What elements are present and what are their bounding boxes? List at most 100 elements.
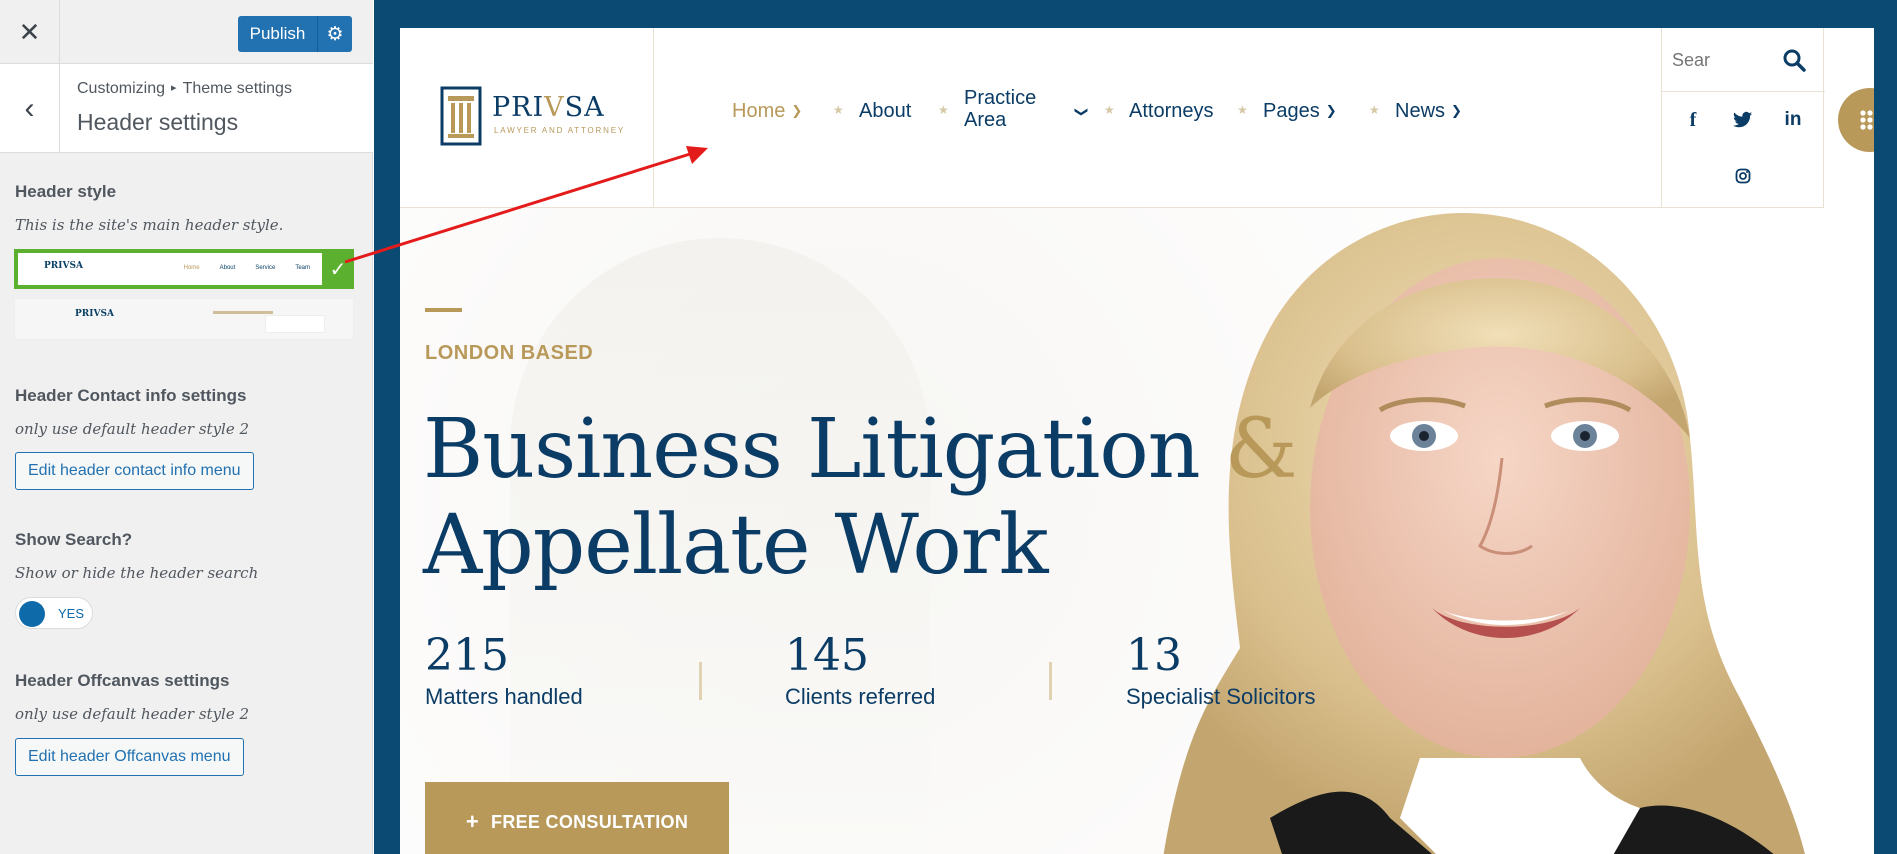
show-search-description: Show or hide the header search (15, 564, 259, 582)
mini-contact-bar (213, 311, 273, 314)
customizer-sidebar: ✕ Publish ⚙ ‹ Customizing ▸ Theme settings… (0, 0, 373, 854)
stat-label: Clients referred (785, 684, 936, 709)
stat-divider (699, 662, 702, 700)
free-consultation-button[interactable]: + FREE CONSULTATION (425, 782, 729, 854)
logo-pillar-icon (440, 86, 482, 146)
mini-logo: PRIVSA (44, 261, 83, 271)
header-style-option-1[interactable]: PRIVSA Home About Service Team ✓ (14, 249, 354, 289)
stat-label: Specialist Solicitors (1126, 684, 1316, 709)
hero-kicker: LONDON BASED (425, 342, 594, 364)
mini-social-box (265, 315, 325, 333)
search-input[interactable] (1672, 48, 1752, 72)
nav-label: Practice (964, 87, 1037, 109)
nav-label: Attorneys (1129, 100, 1214, 122)
chevron-down-icon: ❯ (1074, 106, 1090, 118)
mini-nav-item: Service (255, 265, 276, 271)
site-page: PRIVSA LAWYER AND ATTORNEY Home ❯ ★ About… (400, 28, 1874, 854)
grid-dots-icon (1860, 110, 1873, 130)
plus-icon: + (465, 809, 480, 834)
nav-item-practice-area[interactable]: Practice Area (964, 87, 1036, 131)
star-separator-icon: ★ (938, 103, 949, 117)
stat-label: Matters handled (425, 684, 583, 709)
show-search-title: Show Search? (15, 530, 133, 549)
nav-item-news[interactable]: News ❯ (1395, 100, 1462, 124)
search-icon[interactable] (1782, 48, 1806, 72)
hero-headline: Business Litigation & Appellate Work (423, 402, 1298, 594)
logo-wordmark: PRIVSA (492, 92, 605, 123)
main-nav: Home ❯ ★ About ★ Practice Area ❯ ★ Attorn… (654, 28, 1661, 208)
nav-item-attorneys[interactable]: Attorneys (1129, 100, 1213, 122)
headline-ampersand: & (1224, 402, 1298, 497)
mini-nav-item: Home (183, 265, 200, 271)
mini-nav-item: About (219, 265, 236, 271)
edit-contact-info-button[interactable]: Edit header contact info menu (15, 452, 254, 490)
gear-icon[interactable]: ⚙ (318, 23, 352, 46)
chevron-down-icon: ❯ (1325, 103, 1337, 118)
publish-label[interactable]: Publish (238, 16, 318, 52)
header-style-title: Header style (15, 182, 117, 201)
nav-item-pages[interactable]: Pages ❯ (1263, 100, 1337, 124)
edit-offcanvas-button[interactable]: Edit header Offcanvas menu (15, 738, 244, 776)
breadcrumb-parent: Theme settings (182, 80, 292, 97)
customizer-topbar: ✕ Publish ⚙ (0, 0, 373, 64)
nav-label: Area (964, 109, 1007, 131)
star-separator-icon: ★ (1104, 103, 1115, 117)
toggle-label: YES (58, 606, 85, 621)
section-title: Header settings (77, 109, 239, 135)
toggle-knob (19, 601, 45, 627)
chevron-left-icon[interactable]: ‹ (0, 64, 60, 153)
header-utilities: f in (1661, 28, 1825, 208)
offcanvas-description: only use default header style 2 (15, 705, 250, 723)
stat-solicitors: 13 Specialist Solicitors (1126, 630, 1316, 710)
nav-label: Home (732, 100, 786, 122)
nav-label: Pages (1263, 100, 1320, 122)
site-preview-frame: PRIVSA LAWYER AND ATTORNEY Home ❯ ★ About… (374, 0, 1897, 854)
stat-clients: 145 Clients referred (785, 630, 935, 710)
nav-item-home[interactable]: Home ❯ (732, 100, 802, 124)
contact-info-title: Header Contact info settings (15, 386, 247, 405)
breadcrumb-separator: ▸ (171, 82, 177, 94)
stat-number: 145 (785, 630, 869, 681)
checkmark-icon: ✓ (322, 249, 354, 289)
close-icon[interactable]: ✕ (0, 0, 60, 64)
section-header: ‹ Customizing ▸ Theme settings Header sett… (0, 64, 373, 153)
chevron-down-icon: ❯ (1451, 103, 1462, 118)
stat-divider (1049, 662, 1052, 700)
nav-label: About (859, 100, 912, 122)
headline-line2: Appellate Work (423, 498, 1049, 593)
facebook-icon[interactable]: f (1668, 92, 1718, 148)
logo-name-part: PRI (492, 92, 545, 123)
contact-info-description: only use default header style 2 (15, 420, 250, 438)
star-separator-icon: ★ (1237, 103, 1248, 117)
offcanvas-title: Header Offcanvas settings (15, 671, 230, 690)
nav-label: News (1395, 100, 1446, 122)
site-logo-area[interactable]: PRIVSA LAWYER AND ATTORNEY (400, 28, 654, 208)
stat-matters: 215 Matters handled (425, 630, 583, 710)
chevron-down-icon: ❯ (791, 103, 803, 118)
mini-nav-item: Team (295, 265, 310, 271)
twitter-icon[interactable] (1718, 92, 1768, 148)
linkedin-icon[interactable]: in (1768, 92, 1818, 148)
mini-logo: PRIVSA (75, 309, 114, 319)
star-separator-icon: ★ (833, 103, 844, 117)
nav-item-about[interactable]: About (859, 100, 911, 122)
breadcrumb: Customizing ▸ Theme settings (77, 80, 292, 98)
headline-line1: Business Litigation (423, 402, 1201, 497)
logo-name-part: V (544, 92, 565, 123)
stat-number: 13 (1126, 630, 1182, 681)
hero-accent-line (425, 308, 462, 312)
header-style-description: This is the site's main header style. (15, 216, 284, 234)
show-search-toggle[interactable]: YES (15, 597, 93, 629)
breadcrumb-root: Customizing (77, 80, 166, 97)
publish-button[interactable]: Publish ⚙ (238, 16, 352, 52)
logo-tagline: LAWYER AND ATTORNEY (494, 126, 625, 135)
mini-nav: Home About Service Team (164, 265, 310, 271)
logo-name-part: SA (564, 92, 605, 123)
cta-label: FREE CONSULTATION (491, 811, 689, 832)
offcanvas-menu-button[interactable] (1838, 88, 1874, 152)
header-style-option-2[interactable]: PRIVSA (14, 298, 354, 340)
star-separator-icon: ★ (1369, 103, 1380, 117)
instagram-icon[interactable] (1718, 148, 1768, 204)
stat-number: 215 (425, 630, 509, 681)
header-search (1662, 28, 1825, 92)
